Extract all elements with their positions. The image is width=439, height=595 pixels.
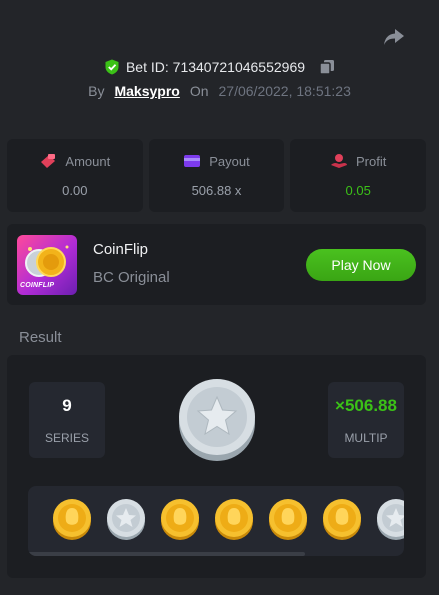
stat-payout-label: Payout — [209, 153, 250, 169]
thumbnail-label: COINFLIP — [20, 282, 55, 289]
stat-amount: Amount 0.00 — [7, 139, 143, 212]
stat-payout-value: 506.88 x — [191, 183, 242, 198]
multiplier-label: MULTIP — [344, 431, 388, 445]
multiplier-box: ×506.88 MULTIP — [328, 382, 404, 458]
stat-profit-label: Profit — [356, 153, 387, 169]
coin-history-strip[interactable] — [28, 486, 404, 556]
stat-profit: Profit 0.05 — [290, 139, 427, 212]
game-subtitle: BC Original — [93, 269, 170, 286]
bet-id-text: Bet ID: 7134072104655296­9 — [125, 59, 306, 75]
coin-history-row — [28, 497, 404, 541]
share-icon[interactable] — [383, 27, 405, 47]
bet-datetime: 27/06/2022, 18:51:23 — [218, 83, 351, 99]
silver-coin-icon — [377, 499, 404, 540]
series-label: SERIES — [44, 431, 89, 445]
coinflip-thumbnail[interactable]: COINFLIP — [17, 235, 77, 295]
profit-icon — [331, 154, 347, 168]
username-link[interactable]: Maksypro — [114, 83, 179, 99]
payout-icon — [184, 155, 201, 167]
game-name: CoinFlip — [93, 241, 149, 258]
stats-row: Amount 0.00 Payout 506.88 x Profit 0.05 — [7, 139, 427, 212]
verified-shield-icon — [105, 59, 119, 75]
gold-coin-icon — [215, 499, 253, 540]
gold-coin-icon — [323, 499, 361, 540]
horizontal-scrollbar[interactable] — [28, 552, 305, 556]
bet-id-row: Bet ID: 7134072104655296­9 — [0, 57, 439, 77]
game-card: COINFLIP CoinFlip BC Original Play Now — [7, 224, 426, 305]
stat-profit-value: 0.05 — [345, 183, 371, 198]
stat-amount-label: Amount — [65, 153, 111, 169]
gold-coin-icon — [269, 499, 307, 540]
copy-icon[interactable] — [319, 59, 335, 75]
byline: By Maksypro On 27/06/2022, 18:51:23 — [0, 83, 439, 99]
by-label: By — [88, 83, 105, 99]
series-box: 9 SERIES — [29, 382, 105, 458]
play-now-button[interactable]: Play Now — [306, 249, 416, 281]
gold-coin-icon — [161, 499, 199, 540]
multiplier-value: ×506.88 — [335, 396, 397, 415]
on-label: On — [189, 83, 209, 99]
stat-amount-value: 0.00 — [62, 183, 88, 198]
amount-icon — [41, 154, 56, 168]
result-panel: 9 SERIES ×506.88 MULTIP — [7, 355, 426, 578]
result-heading: Result — [19, 329, 62, 346]
silver-coin-icon — [179, 379, 255, 461]
stat-payout: Payout 506.88 x — [148, 139, 285, 212]
series-value: 9 — [62, 396, 72, 415]
gold-coin-icon — [53, 499, 91, 540]
silver-coin-icon — [107, 499, 145, 540]
